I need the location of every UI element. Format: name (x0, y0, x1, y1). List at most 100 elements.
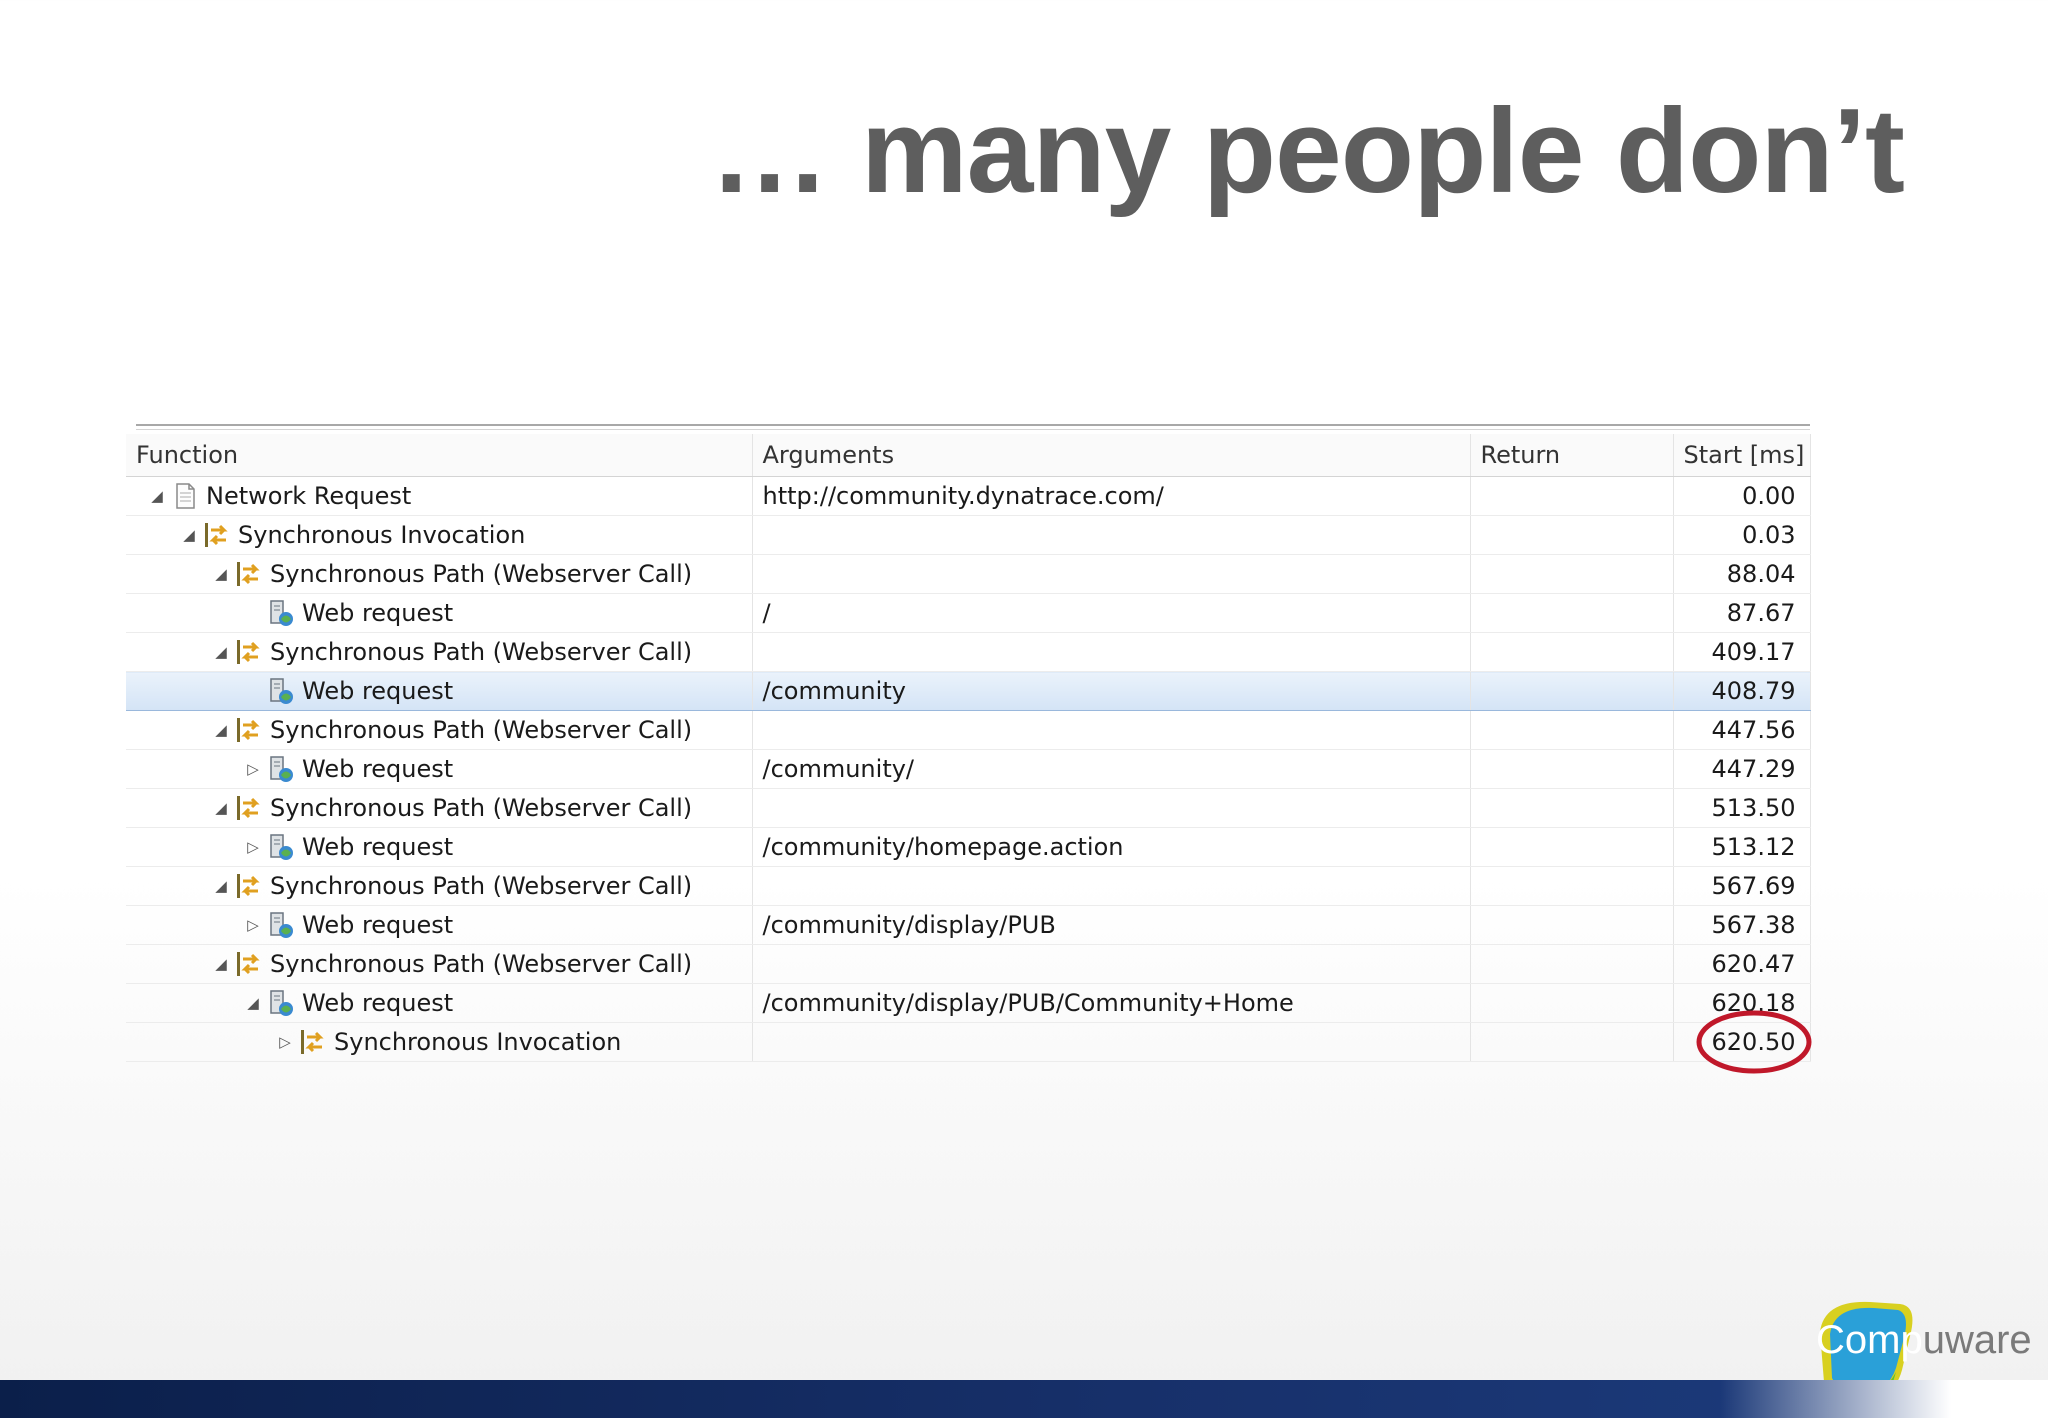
table-row[interactable]: ▷ Web request/community/homepage.action 51… (126, 827, 1811, 867)
table-row[interactable]: ◢ Network Request http://community.dynatra… (126, 476, 1811, 516)
table-row[interactable]: ◢ Synchronous Path (Webserver Call) 513.50 (126, 788, 1811, 828)
cell-return (1470, 944, 1674, 984)
cell-start: 447.29 (1673, 749, 1811, 789)
function-label: Synchronous Path (Webserver Call) (270, 560, 693, 588)
table-row[interactable]: ▷ Web request/community/display/PUB 567.38 (126, 905, 1811, 945)
web-request-icon (266, 676, 296, 706)
grid-body: ◢ Network Request http://community.dynatra… (126, 476, 1811, 1062)
column-header-function[interactable]: Function (126, 434, 753, 477)
cell-function[interactable]: ◢ Synchronous Path (Webserver Call) (126, 554, 753, 594)
function-label: Synchronous Invocation (238, 521, 526, 549)
table-row[interactable]: ◢ Synchronous Path (Webserver Call) 567.69 (126, 866, 1811, 906)
collapse-triangle-icon[interactable]: ▷ (240, 916, 266, 934)
sync-arrows-icon (234, 715, 264, 745)
function-label: Web request (302, 677, 454, 705)
expand-triangle-icon[interactable]: ◢ (144, 487, 170, 505)
cell-arguments (752, 710, 1471, 750)
cell-return (1470, 476, 1674, 516)
expand-triangle-icon[interactable]: ◢ (176, 526, 202, 544)
cell-function[interactable]: Web request (126, 593, 753, 633)
cell-start: 0.00 (1673, 476, 1811, 516)
table-row[interactable]: ▷ Web request/community/447.29 (126, 749, 1811, 789)
cell-function[interactable]: ▷ Web request (126, 905, 753, 945)
slide-title: … many people don’t (709, 84, 1905, 218)
cell-return (1470, 632, 1674, 672)
cell-arguments (752, 1022, 1471, 1062)
cell-arguments: / (752, 593, 1471, 633)
cell-start: 620.47 (1673, 944, 1811, 984)
table-row[interactable]: Web request/community 408.79 (126, 671, 1811, 711)
expand-triangle-icon[interactable]: ◢ (208, 955, 234, 973)
cell-function[interactable]: ▷ Web request (126, 749, 753, 789)
web-request-icon (266, 754, 296, 784)
cell-function[interactable]: ◢ Synchronous Invocation (126, 515, 753, 555)
expand-triangle-icon[interactable]: ◢ (208, 565, 234, 583)
footer-glow (1720, 1380, 2048, 1418)
sync-arrows-icon (298, 1027, 328, 1057)
cell-arguments: /community/display/PUB/Community+Home (752, 983, 1471, 1023)
web-request-icon (266, 832, 296, 862)
function-label: Web request (302, 755, 454, 783)
table-row[interactable]: ◢ Web request/community/display/PUB/Commu… (126, 983, 1811, 1023)
expand-triangle-icon[interactable]: ◢ (208, 721, 234, 739)
expand-triangle-icon[interactable]: ◢ (208, 643, 234, 661)
cell-function[interactable]: ◢ Network Request (126, 476, 753, 516)
document-icon (170, 481, 200, 511)
cell-start: 87.67 (1673, 593, 1811, 633)
cell-return (1470, 710, 1674, 750)
cell-start: 567.69 (1673, 866, 1811, 906)
cell-start: 567.38 (1673, 905, 1811, 945)
function-label: Web request (302, 989, 454, 1017)
column-header-arguments[interactable]: Arguments (752, 434, 1471, 477)
cell-arguments (752, 554, 1471, 594)
table-row[interactable]: ◢ Synchronous Path (Webserver Call) 620.47 (126, 944, 1811, 984)
table-row[interactable]: ◢ Synchronous Path (Webserver Call) 447.56 (126, 710, 1811, 750)
cell-function[interactable]: ▷ Synchronous Invocation (126, 1022, 753, 1062)
cell-function[interactable]: Web request (126, 671, 753, 711)
cell-start: 513.50 (1673, 788, 1811, 828)
cell-arguments: /community/display/PUB (752, 905, 1471, 945)
cell-return (1470, 749, 1674, 789)
function-label: Synchronous Path (Webserver Call) (270, 716, 693, 744)
function-label: Synchronous Path (Webserver Call) (270, 872, 693, 900)
table-row[interactable]: ▷ Synchronous Invocation 620.50 (126, 1022, 1811, 1062)
cell-return (1470, 788, 1674, 828)
web-request-icon (266, 598, 296, 628)
sync-arrows-icon (234, 871, 264, 901)
collapse-triangle-icon[interactable]: ▷ (240, 760, 266, 778)
cell-start: 408.79 (1673, 671, 1811, 711)
cell-function[interactable]: ◢ Synchronous Path (Webserver Call) (126, 866, 753, 906)
logo-text-rest: uware (1922, 1318, 2032, 1362)
table-row[interactable]: ◢ Synchronous Invocation 0.03 (126, 515, 1811, 555)
grid-top-divider (136, 424, 1810, 426)
expand-triangle-icon[interactable]: ◢ (240, 994, 266, 1012)
table-row[interactable]: Web request / 87.67 (126, 593, 1811, 633)
function-label: Synchronous Path (Webserver Call) (270, 794, 693, 822)
cell-function[interactable]: ◢ Synchronous Path (Webserver Call) (126, 632, 753, 672)
table-row[interactable]: ◢ Synchronous Path (Webserver Call) 409.17 (126, 632, 1811, 672)
sync-arrows-icon (234, 637, 264, 667)
expand-triangle-icon[interactable]: ◢ (208, 877, 234, 895)
cell-function[interactable]: ◢ Web request (126, 983, 753, 1023)
compuware-logo-text: Compuware (1816, 1318, 2032, 1363)
cell-function[interactable]: ▷ Web request (126, 827, 753, 867)
cell-function[interactable]: ◢ Synchronous Path (Webserver Call) (126, 710, 753, 750)
table-row[interactable]: ◢ Synchronous Path (Webserver Call) 88.04 (126, 554, 1811, 594)
function-label: Web request (302, 833, 454, 861)
cell-function[interactable]: ◢ Synchronous Path (Webserver Call) (126, 944, 753, 984)
cell-return (1470, 983, 1674, 1023)
column-header-start[interactable]: Start [ms] (1673, 434, 1811, 477)
column-header-return[interactable]: Return (1470, 434, 1674, 477)
cell-return (1470, 1022, 1674, 1062)
collapse-triangle-icon[interactable]: ▷ (272, 1033, 298, 1051)
function-label: Synchronous Path (Webserver Call) (270, 950, 693, 978)
collapse-triangle-icon[interactable]: ▷ (240, 838, 266, 856)
header-row: Function Arguments Return Start [ms] (126, 434, 1811, 477)
grid-top-divider-light (136, 429, 1810, 430)
cell-function[interactable]: ◢ Synchronous Path (Webserver Call) (126, 788, 753, 828)
expand-triangle-icon[interactable]: ◢ (208, 799, 234, 817)
cell-return (1470, 671, 1674, 711)
cell-start: 513.12 (1673, 827, 1811, 867)
cell-return (1470, 554, 1674, 594)
cell-return (1470, 866, 1674, 906)
